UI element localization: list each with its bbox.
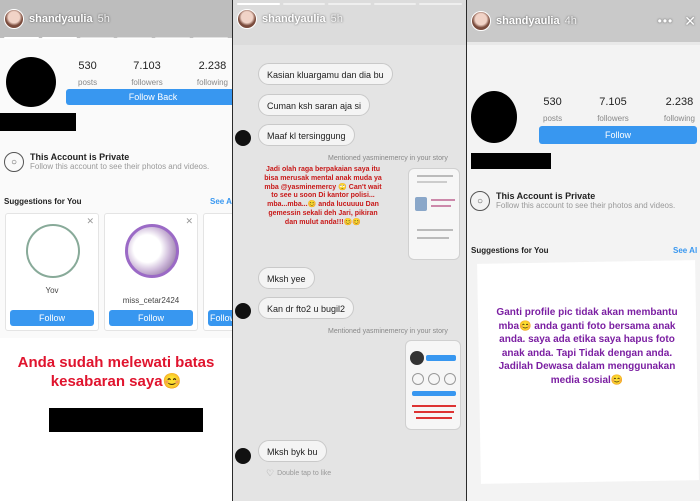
avatar[interactable]	[471, 11, 491, 31]
story-caption: Anda sudah melewati batas kesabaran saya…	[17, 354, 215, 390]
private-notice: ○ This Account is Private Follow this ac…	[470, 191, 676, 211]
story-panel-3: shandyaulia 4h ••• ✕ 530 posts 7.105 follo…	[467, 0, 700, 501]
close-icon[interactable]: ✕	[185, 216, 193, 227]
story-username[interactable]: shandyaulia	[29, 13, 93, 25]
profile-stats: 530 posts 7.105 followers 2.238 following	[543, 96, 695, 126]
username-redacted	[471, 153, 551, 169]
message-bubble: Mksh byk bu	[258, 440, 327, 462]
story-time: 5h	[97, 13, 110, 25]
posts-stat: 530 posts	[78, 60, 98, 87]
following-stat[interactable]: 2.238 following	[664, 96, 695, 126]
avatar[interactable]	[237, 9, 257, 29]
avatar[interactable]	[4, 9, 24, 29]
follow-button[interactable]: Follow	[208, 310, 232, 326]
lock-icon: ○	[470, 191, 490, 211]
message-bubble: Maaf kl tersinggung	[258, 124, 355, 146]
message-bubble: Mksh yee	[258, 267, 315, 289]
story-panel-1: shandyaulia 5h 530 posts 7.103 followers 2…	[0, 0, 232, 501]
suggestions-title: Suggestions for You	[471, 246, 549, 255]
story-panel-2: shandyaulia 5h Kasian kluargamu dan dia …	[233, 0, 466, 501]
followers-stat[interactable]: 7.103 followers	[131, 60, 163, 90]
story-time: 4h	[564, 15, 577, 27]
story-thumbnail[interactable]	[405, 340, 461, 430]
private-title: This Account is Private	[30, 152, 130, 162]
story-caption: Ganti profile pic tidak akan membantu mb…	[493, 306, 681, 387]
avatar[interactable]	[235, 303, 251, 319]
private-notice: ○ This Account is Private Follow this ac…	[4, 152, 209, 172]
mention-note: Mentioned yasminemercy in your story	[328, 155, 448, 162]
private-subtitle: Follow this account to see their photos …	[30, 162, 210, 171]
story-header: shandyaulia 5h	[0, 0, 232, 38]
redacted-bar	[49, 408, 203, 432]
story-header: shandyaulia 4h ••• ✕	[467, 0, 700, 42]
story-username[interactable]: shandyaulia	[496, 15, 560, 27]
follow-button[interactable]: Follow	[10, 310, 94, 326]
message-bubble: Cuman ksh saran aja si	[258, 94, 371, 116]
follow-button[interactable]: Follow	[539, 126, 697, 144]
follow-button[interactable]: Follow	[109, 310, 193, 326]
profile-stats: 530 posts 7.103 followers 2.238 following	[78, 60, 228, 90]
private-subtitle: Follow this account to see their photos …	[496, 201, 676, 210]
suggestion-card: Follow	[203, 213, 232, 331]
avatar[interactable]	[235, 448, 251, 464]
mention-note: Mentioned yasminemercy in your story	[328, 328, 448, 335]
profile-picture-redacted	[471, 91, 517, 143]
follow-back-button[interactable]: Follow Back	[66, 89, 232, 105]
lock-icon: ○	[4, 152, 24, 172]
message-bubble: Kasian kluargamu dan dia bu	[258, 63, 393, 85]
double-tap-hint[interactable]: ♡ Double tap to like	[266, 468, 331, 479]
story-header: shandyaulia 5h	[237, 8, 462, 30]
suggestion-name[interactable]: miss_cetar2424	[105, 296, 197, 305]
see-all-link[interactable]: See A	[210, 197, 232, 206]
story-reply-text: Jadi olah raga berpakaian saya itu bisa …	[264, 166, 382, 226]
story-thumbnail[interactable]	[408, 168, 460, 260]
following-stat[interactable]: 2.238 following	[197, 60, 228, 90]
story-time: 5h	[330, 13, 343, 25]
suggestions-title: Suggestions for You	[4, 197, 82, 206]
see-all-link[interactable]: See Al	[673, 246, 697, 255]
profile-picture-redacted	[6, 57, 56, 107]
close-icon[interactable]: ✕	[86, 216, 94, 227]
story-progress	[237, 3, 462, 5]
avatar[interactable]	[125, 224, 179, 278]
story-progress-strip	[4, 37, 228, 39]
message-bubble: Kan dr fto2 u bugil2	[258, 297, 355, 319]
posts-stat: 530 posts	[543, 96, 563, 123]
double-tap-text: Double tap to like	[277, 470, 332, 477]
story-collage: shandyaulia 5h 530 posts 7.103 followers 2…	[0, 0, 700, 501]
heart-icon[interactable]: ♡	[266, 468, 274, 479]
avatar[interactable]	[235, 130, 251, 146]
more-icon[interactable]: •••	[658, 14, 674, 28]
suggestion-card: ✕ Yov Follow	[5, 213, 99, 331]
avatar[interactable]	[26, 224, 80, 278]
suggestion-card: ✕ miss_cetar2424 Follow	[104, 213, 198, 331]
suggestion-name[interactable]: Yov	[6, 286, 98, 295]
story-username[interactable]: shandyaulia	[262, 13, 326, 25]
private-title: This Account is Private	[496, 191, 596, 201]
username-redacted	[0, 113, 76, 131]
followers-stat[interactable]: 7.105 followers	[597, 96, 629, 126]
close-icon[interactable]: ✕	[684, 13, 696, 30]
